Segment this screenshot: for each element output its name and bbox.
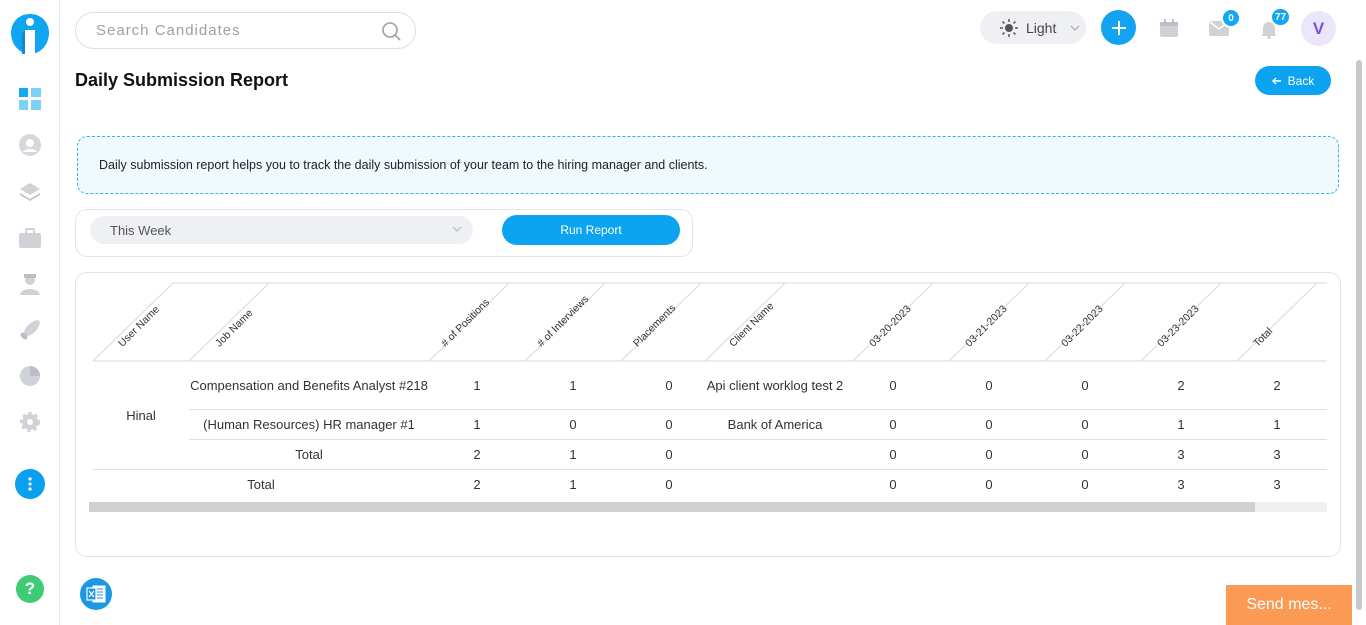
reports-pie-icon[interactable] <box>18 364 42 388</box>
more-menu-button[interactable] <box>15 469 45 499</box>
add-new-button[interactable] <box>1101 10 1136 45</box>
report-table: User Name Job Name # of Positions # of I… <box>75 272 1341 557</box>
report-filters: This Week Run Report <box>75 209 693 257</box>
theme-switcher[interactable]: Light <box>980 11 1086 44</box>
run-report-button[interactable]: Run Report <box>502 215 680 245</box>
scrollbar-thumb[interactable] <box>89 502 1255 512</box>
candidates-icon[interactable] <box>18 133 42 157</box>
jobs-briefcase-icon[interactable] <box>18 226 42 250</box>
date-cell: 0 <box>985 476 993 492</box>
date-cell: 0 <box>1081 416 1089 432</box>
date-cell: 3 <box>1177 446 1185 462</box>
dashboard-icon[interactable] <box>18 87 42 111</box>
user-name-cell: Hinal <box>126 407 156 423</box>
sidebar: ? <box>0 0 60 625</box>
user-avatar[interactable]: V <box>1301 11 1336 46</box>
help-button[interactable]: ? <box>16 575 44 603</box>
calendar-icon[interactable] <box>1158 18 1180 38</box>
vertical-dots-icon <box>28 477 32 491</box>
page-scrollbar[interactable] <box>1356 60 1362 610</box>
client-name-cell <box>705 469 845 499</box>
total-cell: 3 <box>1273 446 1281 462</box>
chat-label: Send mes... <box>1246 596 1332 613</box>
subtotal-label: Total <box>295 446 323 462</box>
table-horizontal-scrollbar[interactable] <box>89 502 1327 512</box>
client-name-cell: Bank of America <box>727 416 823 432</box>
positions-cell: 2 <box>473 476 481 492</box>
date-cell: 0 <box>985 446 993 462</box>
export-excel-button[interactable] <box>80 578 112 610</box>
page-title: Daily Submission Report <box>75 70 289 90</box>
app-logo[interactable] <box>10 10 50 56</box>
back-button[interactable]: Back <box>1255 66 1331 95</box>
chevron-down-icon <box>452 226 462 232</box>
job-name-cell: Compensation and Benefits Analyst #218 <box>190 377 428 393</box>
placements-cell: 0 <box>665 446 673 462</box>
client-name-cell <box>705 439 845 469</box>
date-cell: 2 <box>1177 377 1185 393</box>
notification-count-badge: 77 <box>1270 7 1292 27</box>
contacts-icon[interactable] <box>18 272 42 296</box>
placements-cell: 0 <box>665 476 673 492</box>
interviews-cell: 0 <box>569 416 577 432</box>
help-label: ? <box>24 579 36 598</box>
date-cell: 0 <box>1081 377 1089 393</box>
date-cell: 0 <box>1081 476 1089 492</box>
date-cell: 0 <box>985 377 993 393</box>
send-message-chat-button[interactable]: Send mes... <box>1226 585 1352 625</box>
run-report-label: Run Report <box>560 223 622 237</box>
placements-cell: 0 <box>665 416 673 432</box>
search-input[interactable] <box>96 22 381 39</box>
total-cell: 1 <box>1273 416 1281 432</box>
placements-cell: 0 <box>665 377 673 393</box>
plus-icon <box>1111 20 1126 35</box>
positions-cell: 1 <box>473 377 481 393</box>
date-cell: 0 <box>1081 446 1089 462</box>
total-cell: 2 <box>1273 377 1281 393</box>
date-cell: 0 <box>889 446 897 462</box>
excel-icon <box>86 585 106 603</box>
client-name-cell: Api client worklog test 2 <box>706 377 844 393</box>
total-cell: 3 <box>1273 476 1281 492</box>
sun-icon <box>1000 18 1018 37</box>
info-banner: Daily submission report helps you to tra… <box>77 136 1339 194</box>
back-label: Back <box>1287 73 1315 88</box>
search-icon[interactable] <box>381 21 401 41</box>
date-cell: 3 <box>1177 476 1185 492</box>
interviews-cell: 1 <box>569 446 577 462</box>
interviews-cell: 1 <box>569 476 577 492</box>
chevron-down-icon <box>1070 25 1080 31</box>
date-cell: 1 <box>1177 416 1185 432</box>
rocket-icon[interactable] <box>18 318 42 342</box>
arrow-left-icon <box>1271 77 1281 84</box>
grand-total-label: Total <box>247 476 275 492</box>
info-text: Daily submission report helps you to tra… <box>99 158 708 172</box>
mail-count-badge: 0 <box>1221 8 1241 28</box>
period-select[interactable]: This Week <box>90 216 473 244</box>
date-cell: 0 <box>889 416 897 432</box>
layers-icon[interactable] <box>18 180 42 204</box>
header-diagonal-lines <box>92 282 1327 362</box>
settings-gear-icon[interactable] <box>18 410 42 434</box>
period-value: This Week <box>110 222 172 238</box>
positions-cell: 2 <box>473 446 481 462</box>
theme-label: Light <box>1026 19 1057 36</box>
interviews-cell: 1 <box>569 377 577 393</box>
job-name-cell: (Human Resources) HR manager #1 <box>203 416 415 432</box>
search-bar[interactable] <box>75 12 416 49</box>
positions-cell: 1 <box>473 416 481 432</box>
date-cell: 0 <box>889 377 897 393</box>
date-cell: 0 <box>889 476 897 492</box>
date-cell: 0 <box>985 416 993 432</box>
